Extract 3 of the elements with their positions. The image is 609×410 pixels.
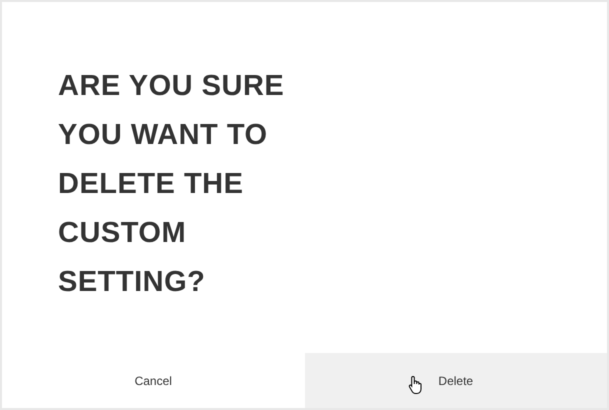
hand-cursor-icon xyxy=(408,375,424,395)
delete-button[interactable]: Delete xyxy=(304,353,607,408)
confirmation-message: ARE YOU SURE YOU WANT TO DELETE THE CUSTOM SETTING? xyxy=(58,69,286,300)
